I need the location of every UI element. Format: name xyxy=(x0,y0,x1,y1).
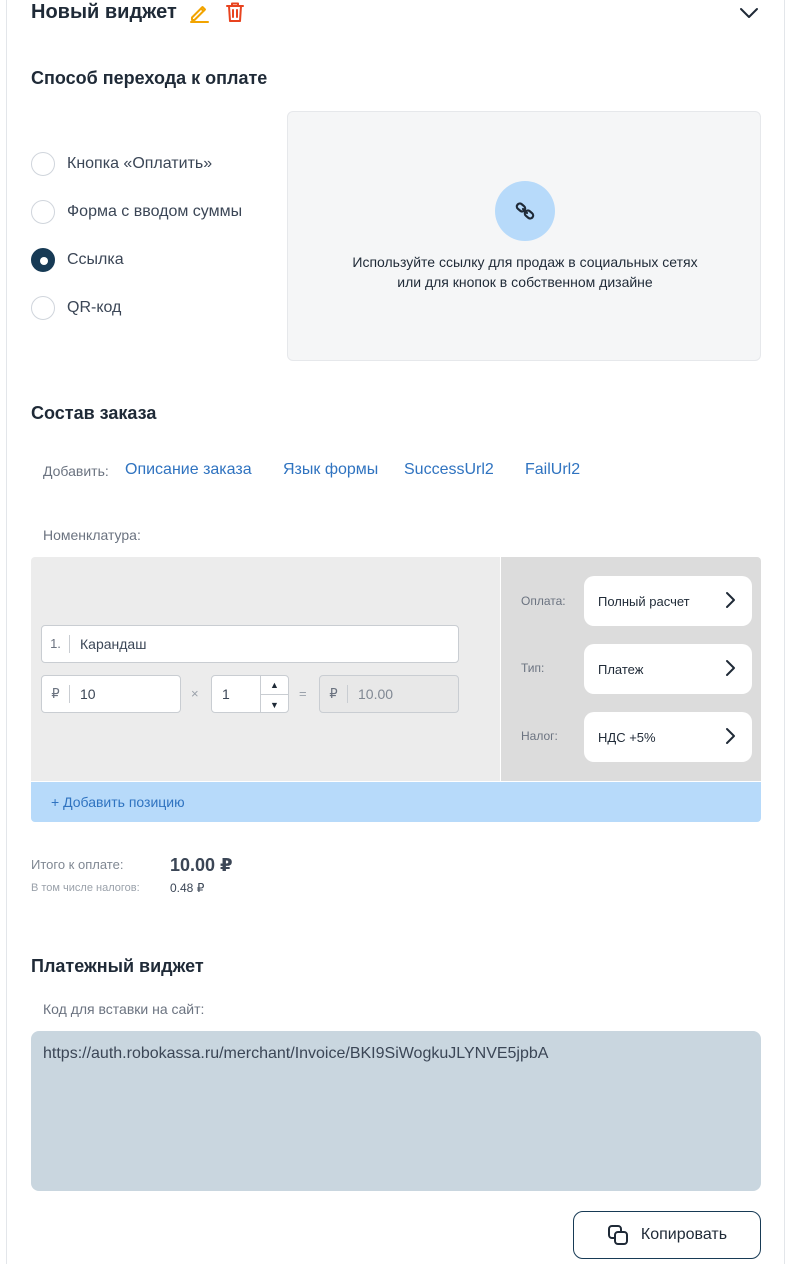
payment-method-title: Способ перехода к оплате xyxy=(31,68,268,88)
currency-symbol: ₽ xyxy=(320,685,348,703)
widget-title: Новый виджет xyxy=(31,1,177,23)
add-order-description-link[interactable]: Описание заказа xyxy=(125,461,252,479)
radio-label: Кнопка «Оплатить» xyxy=(67,155,213,172)
add-form-language-link[interactable]: Язык формы xyxy=(283,461,378,479)
item-type-select[interactable]: Платеж xyxy=(584,644,752,694)
widget-code-title: Платежный виджет xyxy=(31,956,204,976)
type-param-label: Тип: xyxy=(521,661,545,675)
currency-symbol: ₽ xyxy=(42,685,70,703)
item-price-input[interactable]: ₽ 10 xyxy=(41,675,181,713)
panel-border-left xyxy=(6,0,7,1264)
payment-param-value: Полный расчет xyxy=(598,593,690,609)
radio-circle-checked[interactable] xyxy=(31,248,55,272)
tax-label: В том числе налогов: xyxy=(31,882,140,894)
radio-qr-code[interactable]: QR-код xyxy=(31,295,121,321)
link-icon xyxy=(495,181,555,241)
nomenclature-label: Номенклатура: xyxy=(43,527,141,543)
decrement-icon[interactable]: ▼ xyxy=(261,695,288,712)
item-quantity-value: 1 xyxy=(222,686,230,702)
quantity-stepper[interactable]: 1 ▲ ▼ xyxy=(211,675,289,713)
chevron-right-icon xyxy=(724,659,736,680)
type-param-value: Платеж xyxy=(598,661,644,677)
item-index: 1. xyxy=(42,635,70,653)
tax-param-value: НДС +5% xyxy=(598,729,656,745)
radio-circle[interactable] xyxy=(31,296,55,320)
item-sum-field: ₽ 10.00 xyxy=(319,675,459,713)
trash-icon[interactable] xyxy=(224,1,246,23)
copy-button-label: Копировать xyxy=(640,1226,728,1243)
info-line-2: или для кнопок в собственном дизайне xyxy=(397,274,653,290)
add-fail-url-link[interactable]: FailUrl2 xyxy=(525,461,580,479)
payment-type-select[interactable]: Полный расчет xyxy=(584,576,752,626)
radio-label: QR-код xyxy=(67,299,122,316)
item-params: Оплата: Полный расчет Тип: Платеж Налог:… xyxy=(501,557,761,781)
item-name-input[interactable]: 1. Карандаш xyxy=(41,625,459,663)
radio-amount-form[interactable]: Форма с вводом суммы xyxy=(31,199,242,225)
item-name-value: Карандаш xyxy=(80,636,147,652)
nomenclature-panel: 1. Карандаш ₽ 10 × 1 ▲ ▼ = ₽ 10.00 Оплат… xyxy=(31,557,761,822)
chevron-right-icon xyxy=(724,591,736,612)
radio-label: Форма с вводом суммы xyxy=(67,203,243,220)
tax-param-label: Налог: xyxy=(521,729,558,743)
copy-button[interactable]: Копировать xyxy=(573,1211,761,1259)
copy-icon xyxy=(607,1225,628,1245)
panel-border-right xyxy=(784,0,785,1264)
method-info-text: Используйте ссылку для продаж в социальн… xyxy=(288,252,762,292)
pencil-icon[interactable] xyxy=(188,1,210,23)
radio-circle[interactable] xyxy=(31,200,55,224)
code-label: Код для вставки на сайт: xyxy=(43,1001,205,1017)
total-label: Итого к оплате: xyxy=(31,857,124,872)
method-info-box: Используйте ссылку для продаж в социальн… xyxy=(287,111,761,361)
radio-circle[interactable] xyxy=(31,152,55,176)
stepper-controls: ▲ ▼ xyxy=(260,676,288,712)
equals-sign: = xyxy=(299,686,307,701)
info-line-1: Используйте ссылку для продаж в социальн… xyxy=(352,254,698,270)
radio-link[interactable]: Ссылка xyxy=(31,247,124,273)
order-title: Состав заказа xyxy=(31,403,157,423)
payment-param-label: Оплата: xyxy=(521,594,566,608)
add-position-button[interactable]: + Добавить позицию xyxy=(31,782,761,822)
add-success-url-link[interactable]: SuccessUrl2 xyxy=(404,461,494,479)
chevron-right-icon xyxy=(724,727,736,748)
tax-value: 0.48 ₽ xyxy=(170,881,205,895)
radio-label: Ссылка xyxy=(67,251,124,268)
radio-pay-button[interactable]: Кнопка «Оплатить» xyxy=(31,151,212,177)
total-value: 10.00 ₽ xyxy=(170,855,233,875)
add-label: Добавить: xyxy=(43,463,109,479)
item-sum-value: 10.00 xyxy=(358,686,394,702)
tax-select[interactable]: НДС +5% xyxy=(584,712,752,762)
chevron-down-icon[interactable] xyxy=(736,0,762,26)
increment-icon[interactable]: ▲ xyxy=(261,676,288,695)
item-editor: 1. Карандаш ₽ 10 × 1 ▲ ▼ = ₽ 10.00 xyxy=(31,557,500,781)
multiply-sign: × xyxy=(191,686,199,701)
item-price-value: 10 xyxy=(80,686,96,702)
embed-code-box[interactable]: https://auth.robokassa.ru/merchant/Invoi… xyxy=(31,1031,761,1191)
